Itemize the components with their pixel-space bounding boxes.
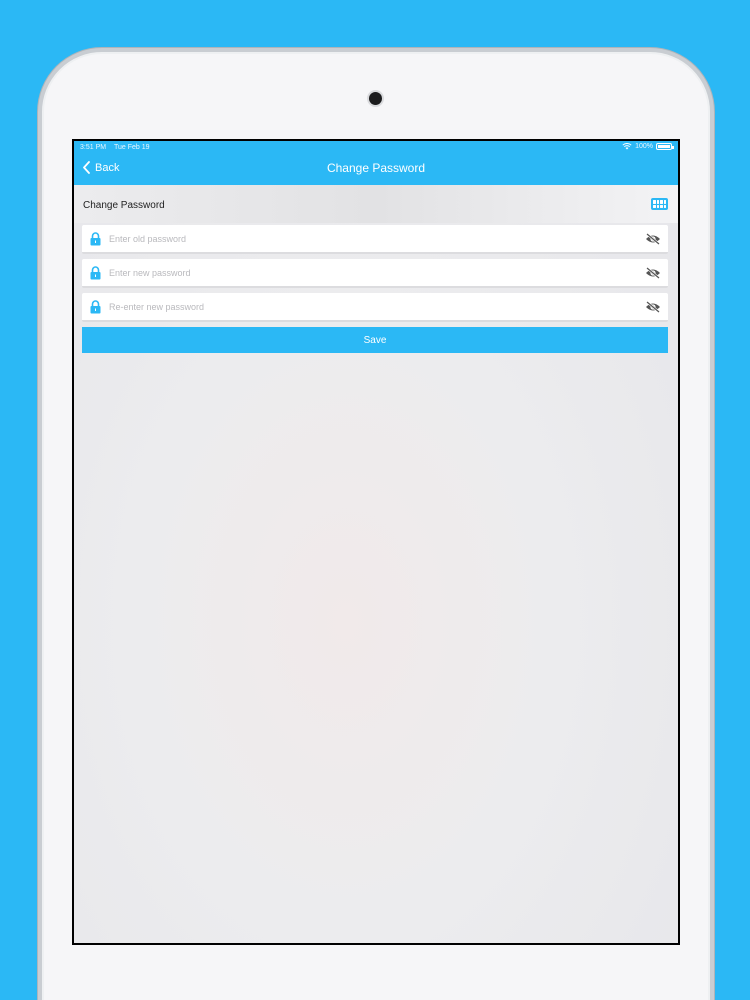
confirm-password-input[interactable] bbox=[109, 301, 645, 312]
page-title: Change Password bbox=[326, 161, 426, 175]
status-right: 100% bbox=[622, 143, 674, 150]
battery-icon bbox=[656, 143, 674, 150]
section-title: Change Password bbox=[83, 200, 165, 211]
lock-icon bbox=[90, 265, 101, 279]
eye-slash-icon[interactable] bbox=[645, 300, 661, 313]
status-time: 3:51 PM bbox=[80, 144, 107, 151]
wifi-icon bbox=[622, 143, 632, 150]
status-date: Tue Feb 19 bbox=[114, 144, 150, 151]
lock-icon bbox=[90, 299, 101, 313]
eye-slash-icon[interactable] bbox=[645, 232, 661, 245]
screen: 3:51 PM Tue Feb 19 100% Back Change Pass… bbox=[72, 139, 680, 945]
confirm-password-field bbox=[82, 293, 668, 322]
battery-percent: 100% bbox=[635, 143, 653, 150]
new-password-input[interactable] bbox=[109, 267, 645, 278]
keyboard-icon[interactable] bbox=[651, 198, 668, 210]
app-view: 3:51 PM Tue Feb 19 100% Back Change Pass… bbox=[74, 141, 678, 943]
save-button[interactable]: Save bbox=[82, 327, 668, 353]
status-bar: 3:51 PM Tue Feb 19 100% bbox=[74, 141, 678, 155]
new-password-field bbox=[82, 259, 668, 288]
lock-icon bbox=[90, 231, 101, 245]
section-header: Change Password bbox=[74, 185, 678, 223]
camera-icon bbox=[369, 92, 382, 105]
navigation-bar: 3:51 PM Tue Feb 19 100% Back Change Pass… bbox=[74, 141, 678, 185]
old-password-field bbox=[82, 225, 668, 254]
eye-slash-icon[interactable] bbox=[645, 266, 661, 279]
old-password-input[interactable] bbox=[109, 233, 645, 244]
